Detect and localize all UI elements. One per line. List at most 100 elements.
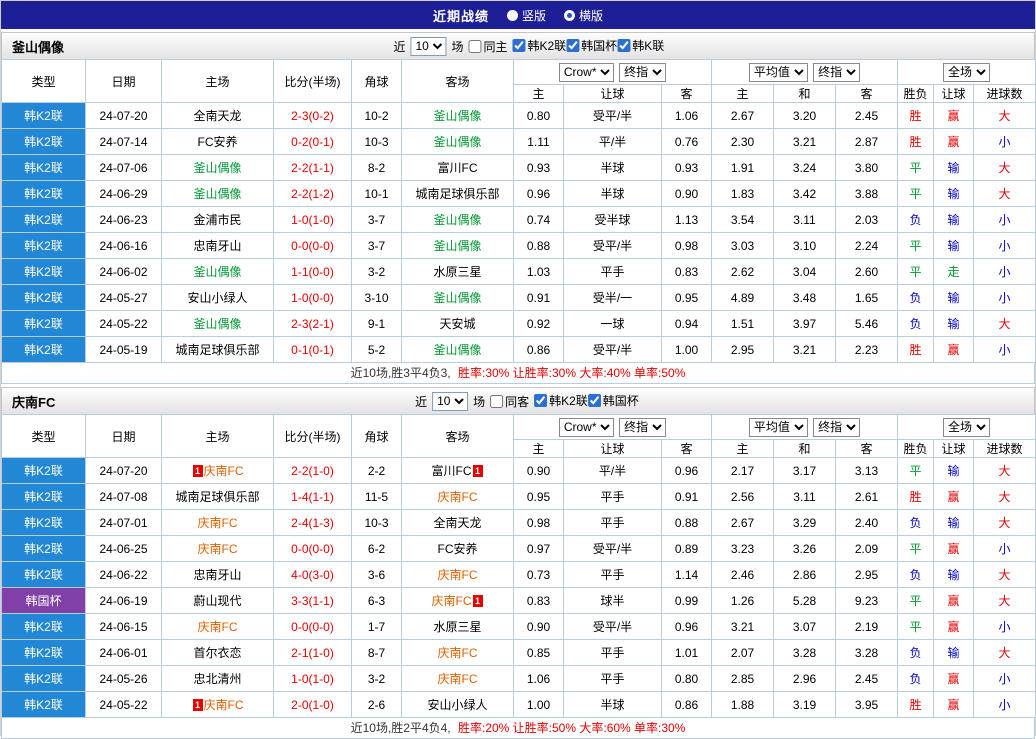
- team-link[interactable]: 釜山偶像: [433, 213, 481, 227]
- team-link[interactable]: 安山小绿人: [187, 291, 247, 305]
- same-venue-checkbox[interactable]: [468, 39, 482, 53]
- league-checkbox[interactable]: [617, 39, 631, 52]
- team-link[interactable]: 庆南FC: [432, 594, 472, 608]
- team-link[interactable]: FC安养: [438, 542, 478, 556]
- same-venue-filter[interactable]: 同主: [468, 38, 507, 55]
- league-filter[interactable]: 韩K2联: [512, 37, 566, 54]
- near-label: 近: [415, 394, 428, 409]
- team-link[interactable]: 忠北清州: [193, 672, 241, 686]
- average-select[interactable]: 平均值: [748, 417, 808, 437]
- team-link[interactable]: 釜山偶像: [193, 161, 241, 175]
- team-link[interactable]: 全南天龙: [193, 109, 241, 123]
- handicap-value: 球半: [563, 587, 662, 614]
- league-filter[interactable]: 韩K联: [617, 37, 664, 54]
- match-row: 韩K2联 24-06-16 忠南牙山 0-0(0-0) 3-7 釜山偶像 0.88 受平/半 0…: [1, 232, 1036, 259]
- team-link[interactable]: 忠南牙山: [193, 568, 241, 582]
- league-checkbox[interactable]: [587, 394, 601, 407]
- odds-value: 1.51: [711, 310, 774, 337]
- odds-value: 2.46: [711, 561, 774, 588]
- team-link[interactable]: 庆南FC: [198, 620, 238, 634]
- odds-value: 0.96: [661, 457, 712, 484]
- league-checkbox[interactable]: [534, 394, 548, 407]
- team-link[interactable]: 釜山偶像: [193, 265, 241, 279]
- odds-value: 2.07: [711, 639, 774, 666]
- col-date: 日期: [85, 414, 162, 458]
- league-type-cell: 韩K2联: [1, 206, 86, 233]
- odds-stage-select[interactable]: 终指: [619, 417, 667, 437]
- layout-option-horizontal[interactable]: 横版: [564, 7, 603, 24]
- team-link[interactable]: 水原三星: [433, 620, 481, 634]
- away-team-cell: 釜山偶像: [401, 232, 514, 259]
- team-link[interactable]: 釜山偶像: [433, 239, 481, 253]
- odds-value: 3.26: [773, 535, 836, 562]
- team-link[interactable]: 城南足球俱乐部: [415, 187, 499, 201]
- odds-value: 0.91: [661, 483, 712, 510]
- scope-select[interactable]: 全场: [943, 62, 991, 82]
- sub-col-away-odds: 客: [661, 84, 712, 103]
- odds-stage-select[interactable]: 终指: [619, 62, 667, 82]
- team-section-gyeongnam: 庆南FC 近 10 场 同客 韩K2联 韩国杯 类型 日期 主场 比分(半场) …: [1, 387, 1036, 739]
- team-link[interactable]: 釜山偶像: [433, 291, 481, 305]
- odds-value: 0.90: [513, 457, 564, 484]
- match-score: 2-3(0-2): [273, 102, 352, 129]
- team-link[interactable]: 庆南FC: [198, 516, 238, 530]
- odds-value: 5.46: [834, 310, 899, 337]
- recent-count-select[interactable]: 10: [432, 391, 469, 411]
- away-team-cell: 釜山偶像: [401, 284, 514, 311]
- sub-col-handicap: 让球: [563, 439, 662, 458]
- league-filter[interactable]: 韩国杯: [587, 392, 639, 409]
- team-link[interactable]: 釜山偶像: [193, 187, 241, 201]
- team-link[interactable]: 富川FC: [438, 161, 478, 175]
- league-filter[interactable]: 韩国杯: [566, 37, 617, 54]
- team-link[interactable]: 庆南FC: [438, 672, 478, 686]
- team-link[interactable]: 城南足球俱乐部: [175, 343, 259, 357]
- team-link[interactable]: 庆南FC: [438, 490, 478, 504]
- match-score: 1-0(1-0): [273, 665, 352, 692]
- same-venue-filter[interactable]: 同客: [490, 393, 529, 410]
- league-checkbox[interactable]: [512, 39, 526, 52]
- team-link[interactable]: 全南天龙: [433, 516, 481, 530]
- team-link[interactable]: 首尔衣恋: [193, 646, 241, 660]
- team-link[interactable]: 水原三星: [433, 265, 481, 279]
- team-link[interactable]: 釜山偶像: [193, 317, 241, 331]
- team-link[interactable]: 庆南FC: [204, 698, 244, 712]
- team-link[interactable]: 富川FC: [432, 464, 472, 478]
- result-scope-header: 全场: [897, 59, 1036, 85]
- result-value: 输: [933, 232, 975, 259]
- team-link[interactable]: FC安养: [198, 135, 238, 149]
- league-checkbox[interactable]: [566, 39, 580, 52]
- league-type-cell: 韩K2联: [1, 457, 86, 484]
- bookmaker-select[interactable]: Crow*: [558, 417, 614, 437]
- team-link[interactable]: 城南足球俱乐部: [175, 490, 259, 504]
- scope-select[interactable]: 全场: [943, 417, 991, 437]
- result-value: 平: [897, 587, 935, 614]
- odds-stage-select[interactable]: 终指: [813, 417, 861, 437]
- result-value: 赢: [933, 613, 975, 640]
- corner-count: 5-2: [351, 336, 402, 363]
- odds-value: 0.93: [513, 154, 564, 181]
- team-link[interactable]: 庆南FC: [204, 464, 244, 478]
- team-link[interactable]: 金浦市民: [193, 213, 241, 227]
- home-team-cell: 安山小绿人: [161, 284, 274, 311]
- team-link[interactable]: 天安城: [439, 317, 475, 331]
- layout-option-vertical[interactable]: 竖版: [506, 7, 546, 24]
- team-link[interactable]: 安山小绿人: [427, 698, 487, 712]
- odds-stage-select[interactable]: 终指: [813, 62, 861, 82]
- team-link[interactable]: 釜山偶像: [433, 343, 481, 357]
- team-link[interactable]: 庆南FC: [198, 542, 238, 556]
- team-link[interactable]: 忠南牙山: [193, 239, 241, 253]
- team-link[interactable]: 釜山偶像: [433, 109, 481, 123]
- bookmaker-select[interactable]: Crow*: [558, 62, 614, 82]
- team-link[interactable]: 庆南FC: [438, 646, 478, 660]
- average-select[interactable]: 平均值: [748, 62, 808, 82]
- recent-count-select[interactable]: 10: [410, 36, 447, 56]
- league-filter[interactable]: 韩K2联: [534, 392, 588, 409]
- summary-record: 近10场,胜2平4负4,: [350, 721, 451, 735]
- result-value: 大: [973, 587, 1036, 614]
- team-link[interactable]: 蔚山现代: [193, 594, 241, 608]
- odds-value: 2.67: [711, 509, 774, 536]
- team-link[interactable]: 釜山偶像: [433, 135, 481, 149]
- handicap-value: 平手: [563, 483, 662, 510]
- same-venue-checkbox[interactable]: [490, 394, 504, 408]
- team-link[interactable]: 庆南FC: [438, 568, 478, 582]
